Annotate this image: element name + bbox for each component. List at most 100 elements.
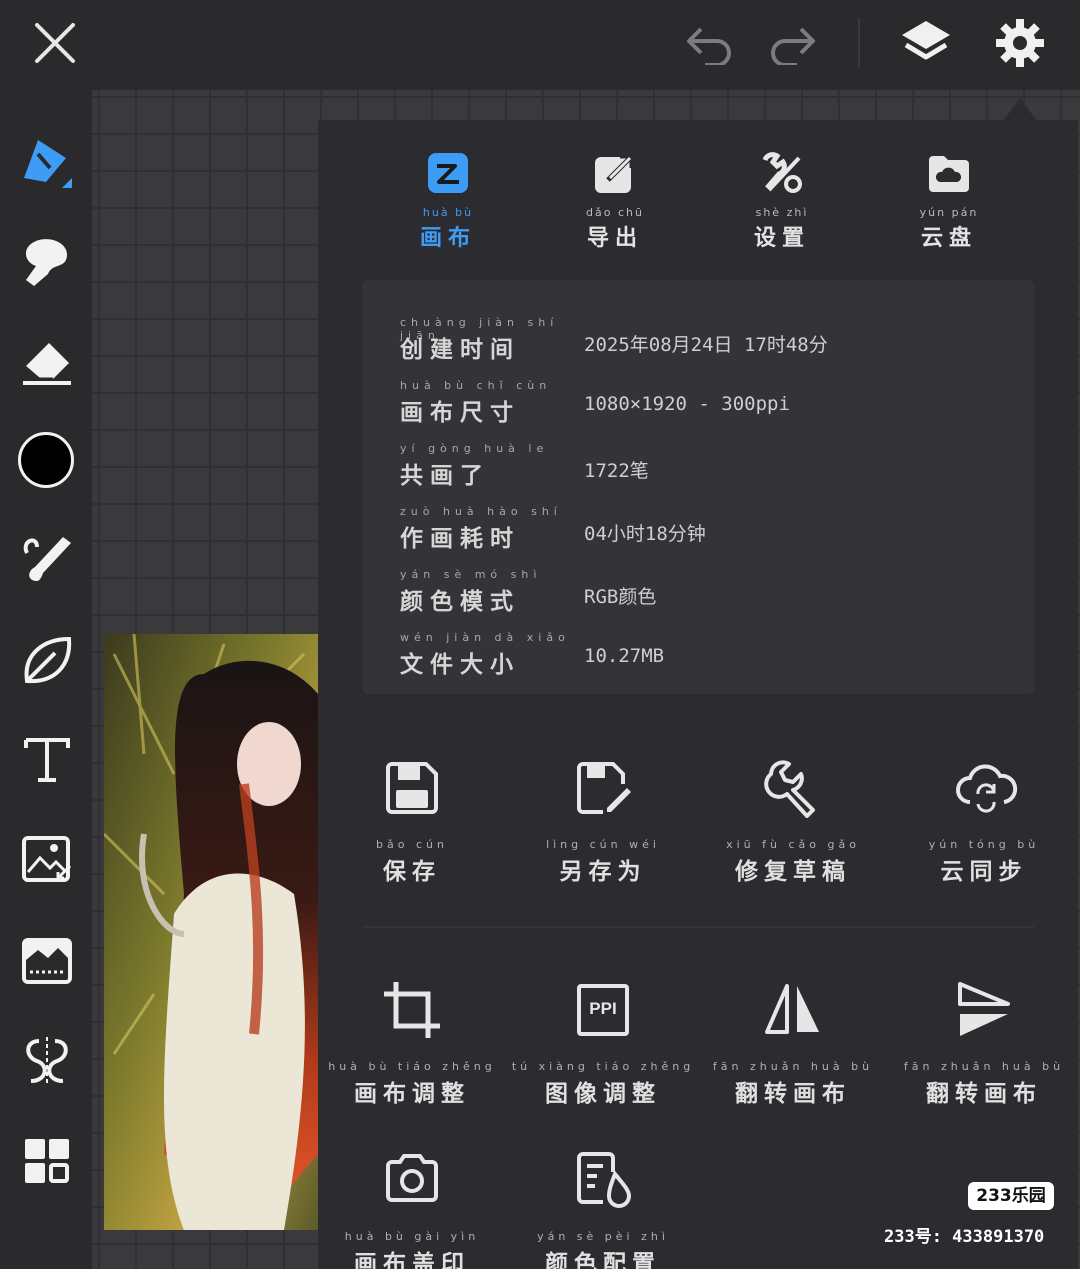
info-key-pinyin: wén jiàn dà xiǎo (400, 631, 570, 644)
tab-label: 导出 (586, 226, 643, 251)
filter-icon[interactable] (14, 928, 80, 994)
info-row-file-size: wén jiàn dà xiǎo 文件大小 10.27MB (400, 631, 1020, 681)
image-adjust-button[interactable]: PPI tú xiàng tiáo zhěng 图像调整 (508, 980, 698, 1108)
info-row-time-spent: zuò huà hào shí 作画耗时 04小时18分钟 (400, 505, 1020, 555)
canvas-icon (425, 150, 471, 196)
ppi-label: PPI (589, 999, 617, 1018)
action-pinyin: tú xiàng tiáo zhěng (511, 1060, 695, 1073)
action-label: 翻转画布 (926, 1081, 1042, 1107)
close-icon[interactable] (28, 18, 82, 68)
leaf-icon[interactable] (14, 628, 80, 694)
info-key: 共画了 (400, 463, 490, 489)
info-key-pinyin: yí gòng huà le (400, 442, 549, 455)
info-key: 画布尺寸 (400, 400, 520, 426)
action-pinyin: yún tóng bù (928, 838, 1040, 851)
eraser-icon[interactable] (14, 328, 80, 394)
info-value: 1080×1920 - 300ppi (584, 393, 790, 415)
flip-horizontal-icon (763, 980, 823, 1040)
save-as-icon (573, 758, 633, 818)
cloud-sync-icon (954, 758, 1018, 818)
action-label: 翻转画布 (735, 1081, 851, 1107)
watermark-id: 233号: 433891370 (884, 1227, 1045, 1247)
cloud-sync-button[interactable]: yún tóng bù 云同步 (889, 758, 1079, 886)
action-label: 修复草稿 (735, 859, 851, 885)
top-bar (0, 0, 1080, 90)
info-value: 10.27MB (584, 645, 665, 667)
camera-icon (382, 1148, 442, 1208)
info-key-pinyin: zuò huà hào shí (400, 505, 562, 518)
ppi-icon: PPI (573, 980, 633, 1040)
toolbar-divider (858, 18, 860, 68)
info-key: 创建时间 (400, 337, 520, 363)
action-label: 另存为 (559, 859, 647, 885)
action-pinyin: huà bù tiáo zhěng (328, 1060, 496, 1073)
info-key: 作画耗时 (400, 526, 520, 552)
tab-pinyin: yún pán (919, 206, 979, 219)
info-value: 2025年08月24日 17时48分 (584, 334, 828, 356)
info-value: RGB颜色 (584, 586, 657, 608)
action-pinyin: fān zhuǎn huà bù (712, 1060, 874, 1073)
export-icon (592, 150, 638, 196)
watermark-brand: 233乐园 (968, 1182, 1054, 1210)
tab-export[interactable]: dǎo chū 导出 (555, 150, 675, 252)
info-row-canvas-size: huà bù chǐ cùn 画布尺寸 1080×1920 - 300ppi (400, 379, 1020, 429)
flip-vertical-icon (954, 980, 1014, 1040)
info-key: 颜色模式 (400, 589, 520, 615)
action-pinyin: yán sè pèi zhì (537, 1230, 669, 1243)
cloud-folder-icon (926, 150, 972, 196)
canvas-adjust-button[interactable]: huà bù tiáo zhěng 画布调整 (317, 980, 507, 1108)
image-import-icon[interactable] (14, 826, 80, 892)
info-row-color-mode: yán sè mó shì 颜色模式 RGB颜色 (400, 568, 1020, 618)
info-key: 文件大小 (400, 652, 520, 678)
tab-canvas[interactable]: huà bù 画布 (388, 150, 508, 252)
more-grid-icon[interactable] (14, 1128, 80, 1194)
redo-icon[interactable] (762, 18, 822, 68)
action-pinyin: huà bù gài yìn (344, 1230, 480, 1243)
undo-icon[interactable] (680, 18, 740, 68)
save-icon (382, 758, 442, 818)
color-profile-button[interactable]: yán sè pèi zhì 颜色配置 (508, 1148, 698, 1269)
tab-label: 云盘 (920, 226, 977, 251)
action-label: 图像调整 (545, 1081, 661, 1107)
action-label: 云同步 (940, 859, 1028, 885)
tab-label: 画布 (419, 226, 476, 251)
layers-icon[interactable] (896, 14, 956, 72)
canvas-stamp-button[interactable]: huà bù gài yìn 画布盖印 (317, 1148, 507, 1269)
tools-icon (759, 150, 805, 196)
action-pinyin: bǎo cún (376, 838, 448, 851)
info-row-strokes: yí gòng huà le 共画了 1722笔 (400, 442, 1020, 492)
brush-icon[interactable] (14, 526, 80, 592)
action-label: 颜色配置 (545, 1251, 661, 1269)
save-button[interactable]: bǎo cún 保存 (317, 758, 507, 886)
tab-pinyin: shè zhì (755, 206, 809, 219)
tab-cloud-disk[interactable]: yún pán 云盘 (889, 150, 1009, 252)
symmetry-icon[interactable] (14, 1028, 80, 1094)
info-key-pinyin: huà bù chǐ cùn (400, 379, 552, 392)
artwork-preview (104, 634, 318, 1230)
wrench-icon (763, 758, 823, 818)
gear-icon[interactable] (990, 14, 1050, 72)
action-label: 画布调整 (354, 1081, 470, 1107)
save-as-button[interactable]: lìng cún wéi 另存为 (508, 758, 698, 886)
section-divider (362, 926, 1034, 928)
flip-canvas-horizontal-button[interactable]: fān zhuǎn huà bù 翻转画布 (698, 980, 888, 1108)
color-swatch[interactable] (18, 432, 74, 488)
tab-pinyin: dǎo chū (586, 206, 644, 219)
left-toolbar (0, 90, 92, 1269)
crop-icon (382, 980, 442, 1040)
info-key-pinyin: chuàng jiàn shí jiān (400, 316, 559, 342)
action-pinyin: xiū fù cǎo gǎo (726, 838, 860, 851)
tab-pinyin: huà bù (422, 206, 474, 219)
tab-settings[interactable]: shè zhì 设置 (722, 150, 842, 252)
flip-canvas-vertical-button[interactable]: fān zhuǎn huà bù 翻转画布 (889, 980, 1079, 1108)
repair-draft-button[interactable]: xiū fù cǎo gǎo 修复草稿 (698, 758, 888, 886)
info-key-pinyin: yán sè mó shì (400, 568, 542, 581)
info-row-created: chuàng jiàn shí jiān 创建时间 2025年08月24日 17时… (400, 316, 1020, 366)
panel-pointer (1004, 98, 1036, 120)
color-profile-icon (573, 1148, 633, 1208)
info-value: 04小时18分钟 (584, 523, 706, 545)
smudge-icon[interactable] (14, 228, 80, 294)
action-label: 保存 (383, 859, 441, 885)
text-icon[interactable] (14, 726, 80, 792)
pen-icon[interactable] (14, 130, 80, 196)
